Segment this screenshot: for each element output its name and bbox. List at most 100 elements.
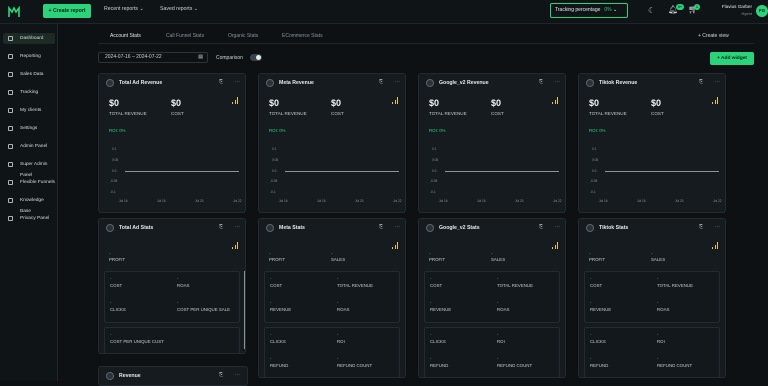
more-options-icon[interactable]: ⋯ [235, 224, 240, 230]
tab-organic-stats[interactable]: Organic Stats [228, 33, 258, 39]
recent-reports-dropdown[interactable]: Recent reports ⌄ [104, 6, 144, 12]
export-icon[interactable]: ⎘ [219, 224, 223, 230]
revenue-icon [106, 372, 114, 380]
export-icon[interactable]: ⎘ [379, 224, 383, 230]
tab-account-stats[interactable]: Account Stats [110, 33, 141, 39]
more-options-icon[interactable]: ⋯ [555, 224, 560, 230]
more-options-icon[interactable]: ⋯ [235, 79, 240, 85]
more-options-icon[interactable]: ⋯ [555, 79, 560, 85]
more-options-icon[interactable]: ⋯ [395, 79, 400, 85]
bar-chart-icon[interactable] [232, 97, 240, 104]
sidebar-item-super-admin-panel[interactable]: Super Admin Panel [3, 159, 55, 178]
tabs-divider [98, 43, 754, 44]
tab-call-funnel-stats[interactable]: Call Funnel Stats [166, 33, 204, 39]
stat-label: CLICKS [110, 307, 126, 312]
export-icon[interactable]: ⎘ [219, 79, 223, 85]
sales-data-icon [8, 72, 13, 77]
export-icon[interactable]: ⎘ [539, 224, 543, 230]
stat-label: ROAS [337, 307, 350, 312]
bar-chart-icon[interactable] [712, 242, 720, 249]
stat-label: REFUND [270, 363, 289, 368]
sidebar-item-my-clients[interactable]: My clients [3, 105, 55, 116]
sidebar-item-sales-data[interactable]: Sales Data [3, 69, 55, 80]
tiktok-logo-icon [586, 224, 594, 232]
more-options-icon[interactable]: ⋯ [395, 224, 400, 230]
export-icon[interactable]: ⎘ [539, 79, 543, 85]
bar-chart-icon[interactable] [552, 97, 560, 104]
stat-value: - [590, 300, 592, 305]
y-tick-label: 0.0 [272, 168, 277, 173]
stat-value: - [270, 332, 272, 337]
scrollbar[interactable] [244, 271, 245, 349]
total-revenue-label: TOTAL REVENUE [109, 111, 147, 116]
sidebar-item-admin-panel[interactable]: Admin Panel [3, 141, 55, 152]
comparison-toggle[interactable] [250, 54, 262, 61]
sidebar-item-flexible-funnels[interactable]: Flexible Funnels [3, 177, 55, 188]
bar-chart-icon-bar [397, 97, 399, 104]
date-range-picker[interactable]: 2024-07-16 – 2024-07-22 ▤ [98, 52, 208, 63]
total-revenue-value: $0 [269, 98, 280, 108]
create-view-button[interactable]: + Create view [698, 33, 729, 39]
dashboard-icon [8, 36, 13, 41]
add-widget-button[interactable]: + Add widget [710, 52, 754, 65]
bar-chart-icon-bar [557, 97, 559, 104]
series-line [285, 170, 399, 172]
stats-group: - COST PER UNIQUE CUST [104, 327, 240, 353]
bar-chart-icon-bar [717, 242, 719, 249]
profit-value: - [269, 251, 271, 256]
x-tick-label: Jul 16 [119, 199, 128, 203]
more-options-icon[interactable]: ⋯ [715, 224, 720, 230]
stat-label: CLICKS [430, 339, 446, 344]
tracking-percentage-selector[interactable]: Tracking percentage 0% ⌄ [550, 3, 628, 18]
y-tick-label: -0.1 [110, 190, 116, 194]
stat-value: - [337, 356, 339, 361]
tab-ecommerce-stats[interactable]: ECommerce Stats [282, 33, 323, 39]
profit-value: - [109, 251, 111, 256]
more-options-icon[interactable]: ⋯ [235, 372, 240, 378]
y-tick-label: 0.1 [432, 147, 437, 151]
shield-icon [8, 216, 13, 221]
saved-reports-dropdown[interactable]: Saved reports ⌄ [160, 6, 198, 12]
sidebar-item-settings[interactable]: Settings [3, 123, 55, 134]
export-icon[interactable]: ⎘ [379, 79, 383, 85]
export-icon[interactable]: ⎘ [699, 224, 703, 230]
bar-chart-icon-bar [394, 100, 396, 104]
stat-value: - [177, 276, 179, 281]
sidebar-item-dashboard[interactable]: Dashboard [3, 33, 55, 44]
bar-chart-icon-bar [717, 97, 719, 104]
gear-icon [8, 126, 13, 131]
sales-value: - [491, 251, 493, 256]
card-title: Google_v2 Revenue [439, 80, 489, 86]
export-icon[interactable]: ⎘ [699, 79, 703, 85]
stat-label: ROAS [177, 283, 190, 288]
sidebar-item-privacy-panel[interactable]: Privacy Panel [3, 213, 55, 224]
stat-label: ROAS [497, 307, 510, 312]
moon-icon[interactable]: ☾ [648, 6, 655, 15]
stats-group: - CLICKS - ROI - REFUND - REFUND COUNT [584, 327, 720, 377]
y-tick-label: 0.05 [272, 157, 279, 162]
x-tick-label: Jul 18 [477, 199, 486, 203]
sidebar-item-reporting[interactable]: Reporting [3, 51, 55, 62]
bar-chart-icon[interactable] [232, 242, 240, 249]
sidebar-item-knowledge-base[interactable]: Knowledge Base [3, 195, 55, 214]
app-logo-icon[interactable] [8, 6, 20, 18]
total-revenue-value: $0 [589, 98, 600, 108]
stat-value: - [110, 300, 112, 305]
bar-chart-icon[interactable] [552, 242, 560, 249]
bar-chart-icon[interactable] [712, 97, 720, 104]
stat-value: - [270, 300, 272, 305]
total-ad-revenue-card: Total Ad Revenue ⎘ ⋯ $0 TOTAL REVENUE $0 COST R… [98, 73, 246, 213]
bar-chart-icon-bar [392, 247, 394, 249]
stat-value: - [657, 332, 659, 337]
stat-label: COST PER UNIQUE CUST [110, 339, 164, 344]
more-options-icon[interactable]: ⋯ [715, 79, 720, 85]
bar-chart-icon-bar [712, 102, 714, 104]
bar-chart-icon[interactable] [392, 97, 400, 104]
roi-value: ROI: 0% [269, 128, 286, 133]
avatar[interactable]: FG [756, 5, 768, 17]
sidebar-item-tracking[interactable]: Tracking [3, 87, 55, 98]
create-report-button[interactable]: + Create report [43, 4, 91, 18]
bar-chart-icon[interactable] [392, 242, 400, 249]
export-icon[interactable]: ⎘ [219, 372, 223, 378]
stat-label: TOTAL REVENUE [657, 283, 694, 288]
